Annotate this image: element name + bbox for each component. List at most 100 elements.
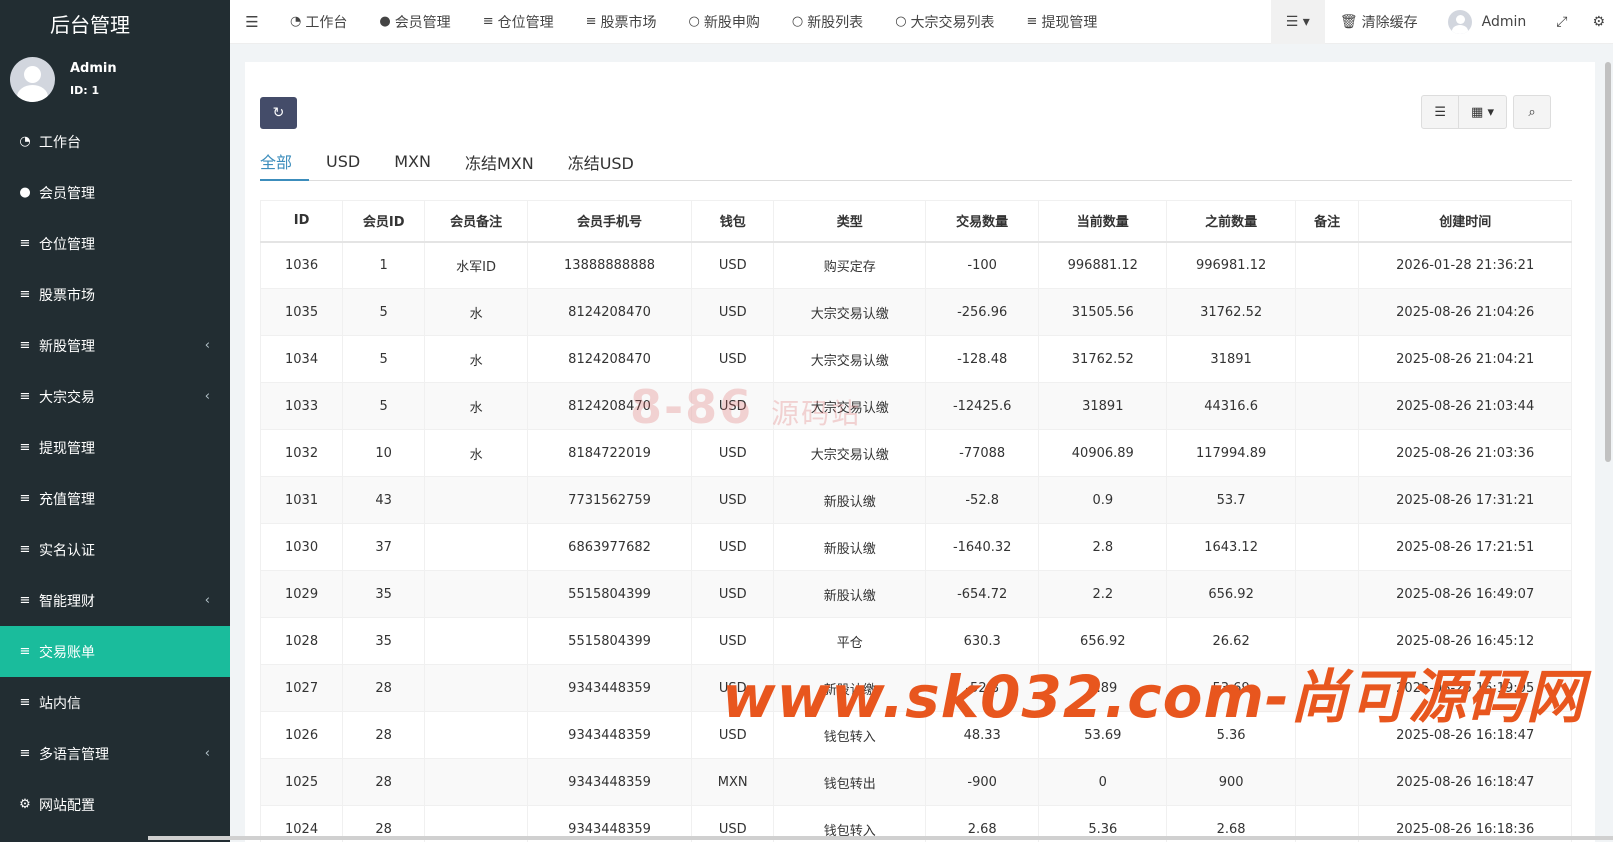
grid-icon: ▦ ▾ bbox=[1471, 104, 1494, 120]
tab-3[interactable]: 冻结MXN bbox=[448, 142, 551, 181]
admin-menu[interactable]: Admin bbox=[1433, 0, 1542, 44]
column-header[interactable]: 之前数量 bbox=[1166, 200, 1296, 243]
chevron-left-icon: ‹ bbox=[204, 746, 210, 761]
sidebar-item-5[interactable]: ≡ 大宗交易 ‹ bbox=[0, 371, 230, 422]
bars-icon: ≡ bbox=[19, 440, 31, 455]
column-header[interactable]: 会员手机号 bbox=[526, 200, 693, 243]
table-cell: 新股认缴 bbox=[773, 523, 927, 571]
refresh-button[interactable]: ↻ bbox=[260, 97, 297, 129]
view-toggle-group: ☰ ▦ ▾ bbox=[1421, 95, 1507, 129]
sidebar-item-12[interactable]: ≡ 多语言管理 ‹ bbox=[0, 728, 230, 779]
table-cell: -654.72 bbox=[925, 570, 1040, 618]
table-cell: 2025-08-26 21:04:26 bbox=[1358, 288, 1572, 336]
search-button[interactable]: ⌕ bbox=[1513, 95, 1551, 129]
table-cell: 9343448359 bbox=[526, 758, 693, 806]
table-cell: 5 bbox=[342, 335, 426, 383]
tab-1[interactable]: USD bbox=[309, 142, 377, 181]
top-nav-label: 大宗交易列表 bbox=[910, 14, 995, 31]
top-nav-label: 股票市场 bbox=[600, 14, 657, 31]
tab-4[interactable]: 冻结USD bbox=[551, 142, 651, 181]
sidebar-item-11[interactable]: ≡ 站内信 bbox=[0, 677, 230, 728]
sidebar-item-13[interactable]: ⚙ 网站配置 bbox=[0, 779, 230, 830]
bars-icon: ≡ bbox=[19, 287, 31, 302]
list-view-button[interactable]: ☰ bbox=[1422, 96, 1458, 128]
brand-title[interactable]: 后台管理 bbox=[0, 0, 230, 46]
tab-2[interactable]: MXN bbox=[377, 142, 448, 181]
top-nav-item-5[interactable]: ○ 新股列表 bbox=[776, 0, 879, 44]
table-cell: 9343448359 bbox=[526, 664, 693, 712]
column-header[interactable]: 会员ID bbox=[342, 200, 426, 243]
table-cell: 31505.56 bbox=[1038, 288, 1168, 336]
column-header[interactable]: 钱包 bbox=[691, 200, 775, 243]
table-row[interactable]: 1033 5 水 8124208470 USD 大宗交易认缴 -12425.6 31891 44… bbox=[259, 382, 1572, 430]
menu-dropdown-button[interactable]: ☰ ▾ bbox=[1270, 0, 1325, 44]
bars-icon: ≡ bbox=[19, 746, 31, 761]
column-header[interactable]: 交易数量 bbox=[925, 200, 1040, 243]
column-header[interactable]: 创建时间 bbox=[1358, 200, 1572, 243]
table-cell: 31762.52 bbox=[1038, 335, 1168, 383]
top-nav-item-4[interactable]: ○ 新股申购 bbox=[673, 0, 776, 44]
table-row[interactable]: 1025 28 9343448359 MXN 钱包转出 -900 0 900 2025-08-2… bbox=[259, 758, 1572, 806]
trash-icon: 🗑 bbox=[1339, 14, 1358, 30]
columns-dropdown-button[interactable]: ▦ ▾ bbox=[1458, 96, 1506, 128]
settings-gears-icon[interactable]: ⚙ bbox=[1582, 0, 1613, 44]
column-header[interactable]: 类型 bbox=[773, 200, 927, 243]
sidebar-item-6[interactable]: ≡ 提现管理 bbox=[0, 422, 230, 473]
sidebar-item-label: 交易账单 bbox=[39, 644, 95, 661]
table-row[interactable]: 1034 5 水 8124208470 USD 大宗交易认缴 -128.48 31762.52… bbox=[259, 335, 1572, 383]
sidebar-item-3[interactable]: ≡ 股票市场 bbox=[0, 269, 230, 320]
top-nav-item-1[interactable]: ● 会员管理 bbox=[363, 0, 466, 44]
top-nav-item-3[interactable]: ≡ 股票市场 bbox=[570, 0, 673, 44]
sidebar-item-10[interactable]: ≡ 交易账单 bbox=[0, 626, 230, 677]
table-cell: MXN bbox=[691, 758, 775, 806]
table-row[interactable]: 1035 5 水 8124208470 USD 大宗交易认缴 -256.96 31505.56… bbox=[259, 288, 1572, 336]
sidebar-item-label: 工作台 bbox=[39, 134, 81, 151]
sidebar-item-2[interactable]: ≡ 仓位管理 bbox=[0, 218, 230, 269]
table-cell: -128.48 bbox=[925, 335, 1040, 383]
horizontal-scrollbar[interactable] bbox=[148, 836, 1613, 840]
refresh-icon: ↻ bbox=[272, 105, 285, 121]
table-cell: 1026 bbox=[259, 711, 344, 759]
table-cell: 1027 bbox=[259, 664, 344, 712]
table-row[interactable]: 1032 10 水 8184722019 USD 大宗交易认缴 -77088 40906.89… bbox=[259, 429, 1572, 477]
sidebar-item-7[interactable]: ≡ 充值管理 bbox=[0, 473, 230, 524]
sidebar-item-8[interactable]: ≡ 实名认证 bbox=[0, 524, 230, 575]
top-nav-item-6[interactable]: ○ 大宗交易列表 bbox=[879, 0, 1010, 44]
sidebar-item-0[interactable]: ◔ 工作台 bbox=[0, 116, 230, 167]
sidebar-toggle-icon[interactable]: ☰ bbox=[230, 13, 274, 31]
table-cell: 1033 bbox=[259, 382, 344, 430]
table-cell: 0.9 bbox=[1038, 476, 1168, 524]
table-cell bbox=[424, 476, 528, 524]
sidebar-item-1[interactable]: ● 会员管理 bbox=[0, 167, 230, 218]
sidebar-item-9[interactable]: ≡ 智能理财 ‹ bbox=[0, 575, 230, 626]
clear-cache-button[interactable]: 🗑 清除缓存 bbox=[1325, 0, 1433, 44]
vertical-scrollbar[interactable] bbox=[1603, 62, 1613, 462]
top-nav-item-7[interactable]: ≡ 提现管理 bbox=[1011, 0, 1114, 44]
table-cell: -52.8 bbox=[925, 476, 1040, 524]
column-header[interactable]: 备注 bbox=[1294, 200, 1360, 243]
table-row[interactable]: 1029 35 5515804399 USD 新股认缴 -654.72 2.2 656.92 2… bbox=[259, 570, 1572, 618]
top-nav-item-2[interactable]: ≡ 仓位管理 bbox=[467, 0, 570, 44]
table-cell: 8184722019 bbox=[526, 429, 693, 477]
table-cell: -900 bbox=[925, 758, 1040, 806]
table-cell: 5 bbox=[342, 288, 426, 336]
fullscreen-icon[interactable]: ⤢ bbox=[1541, 0, 1582, 44]
column-header[interactable]: 会员备注 bbox=[424, 200, 528, 243]
column-header[interactable]: ID bbox=[259, 200, 344, 243]
tab-0[interactable]: 全部 bbox=[260, 142, 310, 181]
table-cell: -77088 bbox=[925, 429, 1040, 477]
top-nav-label: 工作台 bbox=[305, 14, 348, 31]
table-cell: 1025 bbox=[259, 758, 344, 806]
sidebar-item-label: 会员管理 bbox=[39, 185, 95, 202]
sidebar-item-4[interactable]: ≡ 新股管理 ‹ bbox=[0, 320, 230, 371]
table-row[interactable]: 1031 43 7731562759 USD 新股认缴 -52.8 0.9 53.7 2025-… bbox=[259, 476, 1572, 524]
column-header[interactable]: 当前数量 bbox=[1038, 200, 1168, 243]
table-cell bbox=[1294, 570, 1360, 618]
bars-icon: ≡ bbox=[19, 236, 31, 251]
table-cell bbox=[1294, 335, 1360, 383]
table-cell: 1034 bbox=[259, 335, 344, 383]
table-row[interactable]: 1030 37 6863977682 USD 新股认缴 -1640.32 2.8 1643.1… bbox=[259, 523, 1572, 571]
sidebar-item-label: 新股管理 bbox=[39, 338, 95, 355]
table-row[interactable]: 1036 1 水军ID 13888888888 USD 购买定存 -100 996881.12… bbox=[259, 241, 1572, 289]
top-nav-item-0[interactable]: ◔ 工作台 bbox=[274, 0, 363, 44]
